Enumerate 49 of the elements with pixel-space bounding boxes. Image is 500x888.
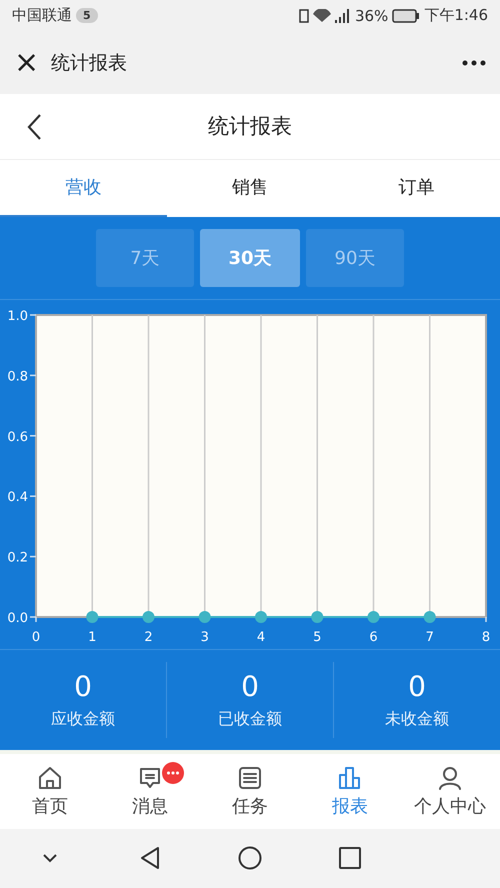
- amount-label: 未收金额: [385, 708, 449, 730]
- x-axis-label: 1: [88, 630, 96, 645]
- battery-percent: 36%: [354, 6, 388, 25]
- header-title: 统计报表: [208, 113, 292, 140]
- data-point: [142, 610, 154, 623]
- task-list-icon: [237, 764, 263, 791]
- back-triangle-icon[interactable]: [140, 846, 160, 870]
- x-axis-label: 5: [313, 630, 322, 645]
- x-axis-label: 2: [144, 630, 153, 645]
- battery-icon: [392, 8, 420, 23]
- data-point: [368, 610, 380, 623]
- x-axis-label: 0: [32, 630, 40, 645]
- close-button[interactable]: ×: [14, 48, 40, 78]
- carrier-name: 中国联通: [12, 6, 72, 26]
- data-point: [86, 610, 98, 623]
- data-point: [198, 610, 211, 623]
- more-icon[interactable]: [462, 60, 486, 66]
- y-axis-label: 0.2: [7, 550, 28, 566]
- y-axis-label: 1.0: [7, 308, 28, 324]
- user-icon: [437, 764, 463, 791]
- x-axis-label: 6: [369, 630, 378, 645]
- amount-value: 0: [408, 670, 426, 703]
- clock-time: 下午1:46: [424, 6, 488, 26]
- y-axis-label: 0.4: [7, 490, 28, 506]
- chevron-down-icon[interactable]: [42, 853, 58, 864]
- page-title: 统计报表: [51, 50, 128, 76]
- y-axis-label: 0.6: [7, 430, 28, 445]
- x-axis-label: 3: [200, 630, 209, 645]
- home-icon: [37, 764, 63, 791]
- back-icon[interactable]: [26, 112, 42, 141]
- signal-icon: [334, 8, 351, 23]
- bar-chart-icon: [337, 764, 363, 791]
- home-circle-icon[interactable]: [238, 846, 262, 870]
- data-point: [255, 610, 267, 623]
- data-point: [311, 610, 324, 623]
- x-axis-label: 7: [426, 630, 434, 645]
- amount-label: 应收金额: [51, 708, 115, 730]
- x-axis-label: 4: [256, 630, 266, 645]
- x-axis-label: 8: [482, 630, 490, 645]
- vibrate-icon: [298, 8, 309, 23]
- amount-value: 0: [74, 670, 92, 703]
- y-axis-label: 0.0: [7, 610, 28, 626]
- wifi-icon: [312, 9, 331, 22]
- recent-apps-icon[interactable]: [339, 847, 361, 870]
- y-axis-label: 0.8: [7, 369, 28, 384]
- amount-value: 0: [241, 670, 259, 703]
- notification-count: 5: [76, 8, 98, 24]
- amount-label: 已收金额: [218, 708, 282, 730]
- data-point: [424, 610, 436, 623]
